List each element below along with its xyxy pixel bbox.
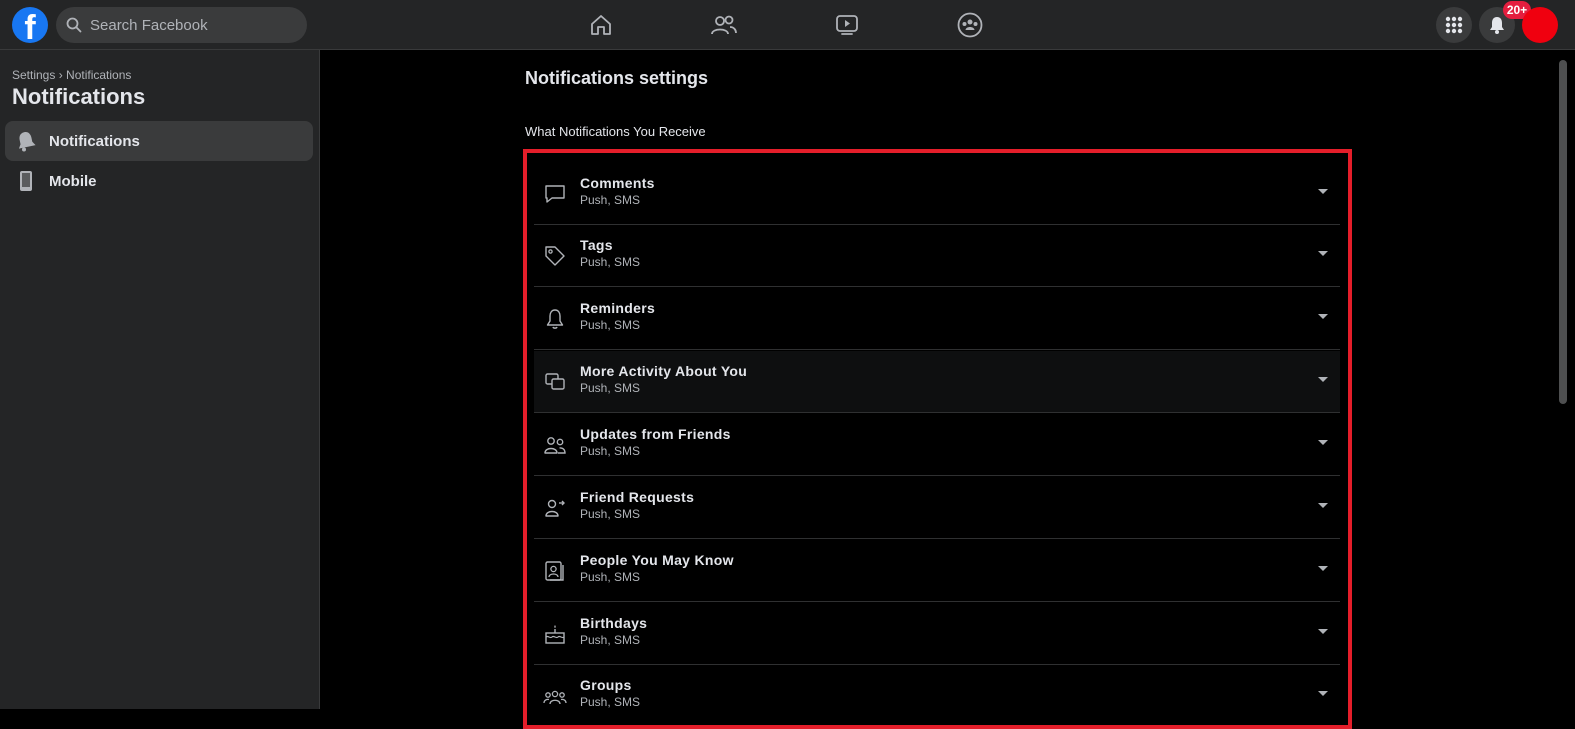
contact-card-icon — [545, 561, 564, 581]
row-title: People You May Know — [580, 552, 734, 568]
row-title: Updates from Friends — [580, 426, 731, 442]
breadcrumb: Settings › Notifications — [12, 68, 131, 82]
row-subtitle: Push, SMS — [580, 633, 641, 647]
row-subtitle: Push, SMS — [580, 695, 641, 709]
row-title: More Activity About You — [580, 363, 748, 379]
notification-row-birthdays[interactable]: Birthdays Push, SMS — [534, 603, 1340, 665]
breadcrumb-settings[interactable]: Settings — [12, 68, 55, 82]
activity-icon — [545, 373, 565, 390]
scrollbar-thumb[interactable] — [1559, 60, 1567, 404]
notification-row-updates-from-friends[interactable]: Updates from Friends Push, SMS — [534, 414, 1340, 476]
notification-row-comments[interactable]: Comments Push, SMS — [534, 163, 1340, 225]
sidebar-item-mobile[interactable]: Mobile — [5, 161, 313, 201]
notification-row-reminders[interactable]: Reminders Push, SMS — [534, 288, 1340, 350]
icon-wrapper — [542, 306, 568, 332]
chevron-down-icon[interactable] — [1318, 629, 1328, 634]
row-subtitle: Push, SMS — [580, 444, 641, 458]
row-title: Friend Requests — [580, 489, 695, 505]
icon-wrapper — [542, 369, 568, 395]
icon-wrapper — [542, 243, 568, 269]
icon-wrapper — [542, 181, 568, 207]
sidebar-item-label: Mobile — [49, 172, 97, 190]
friends-icon — [544, 437, 566, 454]
chevron-down-icon[interactable] — [1318, 691, 1328, 696]
home-icon — [591, 15, 611, 35]
nav-groups[interactable] — [955, 10, 985, 40]
sidebar-item-label: Notifications — [49, 132, 140, 150]
comment-icon — [545, 185, 565, 203]
chevron-down-icon[interactable] — [1318, 251, 1328, 256]
notification-row-friend-requests[interactable]: Friend Requests Push, SMS — [534, 477, 1340, 539]
menu-button[interactable] — [1436, 7, 1472, 43]
icon-wrapper — [542, 683, 568, 709]
section-label: What Notifications You Receive — [525, 124, 706, 139]
breadcrumb-notifications: Notifications — [66, 68, 132, 82]
chevron-down-icon[interactable] — [1318, 314, 1328, 319]
row-title: Groups — [580, 677, 632, 693]
row-subtitle: Push, SMS — [580, 507, 641, 521]
search-input[interactable] — [88, 15, 292, 35]
row-title: Reminders — [580, 300, 656, 316]
row-title: Comments — [580, 175, 655, 191]
account-avatar[interactable] — [1522, 7, 1558, 43]
icon-wrapper — [542, 558, 568, 584]
nav-watch[interactable] — [832, 10, 862, 40]
settings-sidebar: Settings › Notifications Notifications N… — [0, 50, 320, 709]
cake-icon — [545, 625, 565, 644]
bell-icon — [18, 132, 36, 152]
row-subtitle: Push, SMS — [580, 381, 641, 395]
icon-wrapper — [542, 432, 568, 458]
facebook-logo-letter: f — [24, 9, 36, 43]
watch-icon — [836, 15, 858, 35]
row-title: Tags — [580, 237, 613, 253]
row-subtitle: Push, SMS — [580, 255, 641, 269]
notification-row-more-activity[interactable]: More Activity About You Push, SMS — [534, 351, 1340, 413]
breadcrumb-separator: › — [58, 68, 63, 82]
row-title: Birthdays — [580, 615, 648, 631]
chevron-down-icon[interactable] — [1318, 189, 1328, 194]
phone-icon — [20, 171, 32, 191]
icon-wrapper — [542, 621, 568, 647]
icon-wrapper — [542, 495, 568, 521]
bell-icon — [1490, 17, 1504, 34]
chevron-down-icon[interactable] — [1318, 566, 1328, 571]
bell-icon — [546, 309, 564, 329]
sidebar-title: Notifications — [12, 84, 146, 109]
sidebar-item-notifications[interactable]: Notifications — [5, 121, 313, 161]
notification-row-groups[interactable]: Groups Push, SMS — [534, 665, 1340, 727]
nav-home[interactable] — [586, 10, 616, 40]
friends-icon — [711, 15, 737, 35]
chevron-down-icon[interactable] — [1318, 503, 1328, 508]
search-icon — [66, 17, 82, 33]
top-navigation-bar: f Search Facebook 20+ — [0, 0, 1575, 50]
chevron-down-icon[interactable] — [1318, 440, 1328, 445]
page-title: Notifications settings — [525, 68, 709, 88]
facebook-logo[interactable]: f — [12, 7, 48, 43]
nav-friends[interactable] — [709, 10, 739, 40]
tag-icon — [545, 246, 565, 266]
notification-row-people-you-may-know[interactable]: People You May Know Push, SMS — [534, 540, 1340, 602]
groups-icon — [543, 690, 567, 705]
friend-request-icon — [545, 499, 565, 517]
row-subtitle: Push, SMS — [580, 193, 641, 207]
chevron-down-icon[interactable] — [1318, 377, 1328, 382]
notification-row-tags[interactable]: Tags Push, SMS — [534, 225, 1340, 287]
grid-menu-icon — [1445, 16, 1463, 34]
groups-icon — [957, 12, 983, 38]
row-subtitle: Push, SMS — [580, 318, 641, 332]
search-box[interactable] — [56, 7, 307, 43]
row-subtitle: Push, SMS — [580, 570, 641, 584]
